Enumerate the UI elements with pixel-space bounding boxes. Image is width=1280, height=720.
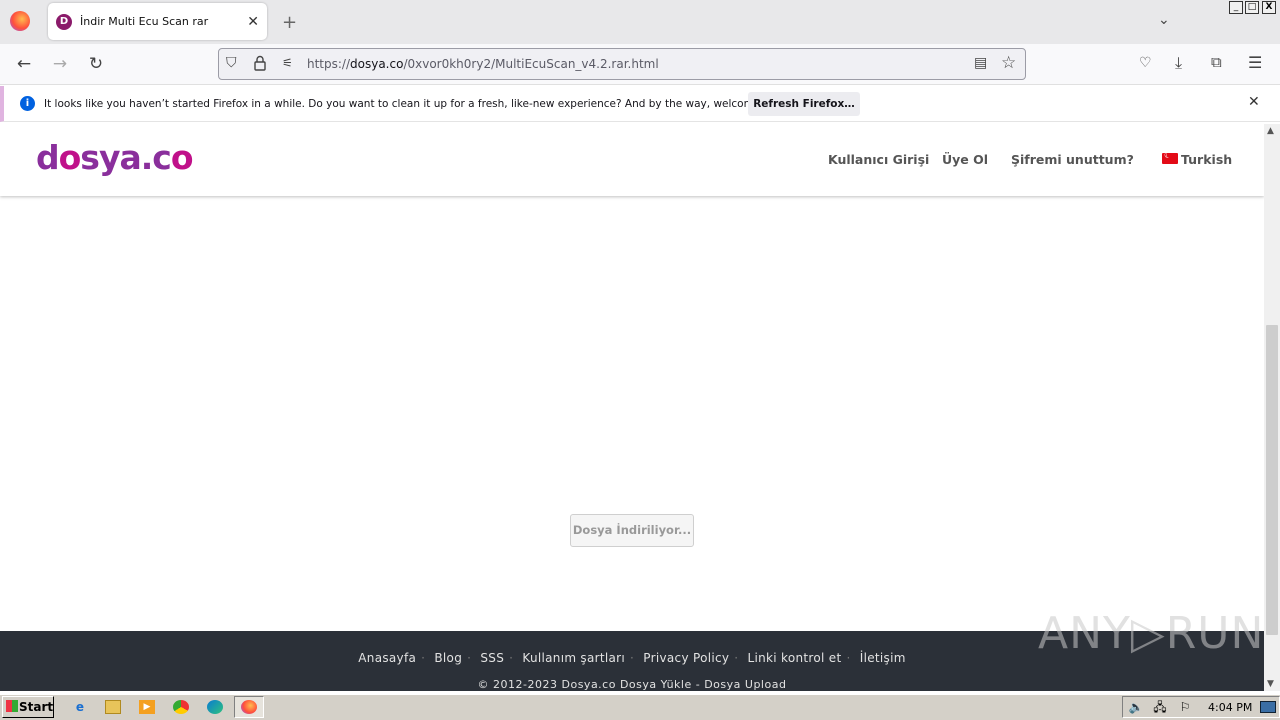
- reader-view-icon[interactable]: ▤: [974, 55, 987, 71]
- site-favicon-icon: D: [56, 13, 72, 30]
- flag-icon[interactable]: ⚐: [1177, 700, 1193, 714]
- scroll-down-icon[interactable]: ▼: [1267, 679, 1274, 689]
- windows-logo-icon: [6, 700, 18, 712]
- notification-bar: i It looks like you haven’t started Fire…: [0, 86, 1280, 122]
- register-link[interactable]: Üye Ol: [942, 152, 988, 167]
- turkey-flag-icon: [1162, 151, 1178, 164]
- footer-link-home[interactable]: Anasayfa: [358, 651, 416, 665]
- downloads-icon[interactable]: ⤓: [1175, 53, 1182, 73]
- permissions-icon[interactable]: ⚟: [282, 56, 293, 70]
- taskbar: [0, 694, 1280, 720]
- ie-icon[interactable]: e: [72, 700, 88, 714]
- copyright-text: © 2012-2023 Dosya.co Dosya Yükle - Dosya…: [477, 678, 787, 691]
- footer-link-check[interactable]: Linki kontrol et: [748, 651, 842, 665]
- bookmark-star-icon[interactable]: ☆: [1001, 53, 1016, 73]
- minimize-button[interactable]: _: [1229, 1, 1243, 14]
- download-button[interactable]: Dosya İndiriliyor...: [570, 514, 694, 547]
- extensions-icon[interactable]: ⧉: [1211, 53, 1222, 71]
- url-text: https://dosya.co/0xvor0kh0ry2/MultiEcuSc…: [307, 57, 659, 71]
- reload-icon[interactable]: ↻: [86, 54, 106, 74]
- page-content: dosya.co Kullanıcı Girişi Üye Ol Şifremi…: [0, 124, 1264, 691]
- taskbar-firefox-button[interactable]: [234, 696, 264, 718]
- maximize-button[interactable]: □: [1245, 1, 1259, 14]
- close-window-button[interactable]: X: [1262, 1, 1276, 14]
- list-tabs-chevron-icon[interactable]: ⌄: [1158, 12, 1170, 28]
- info-icon: i: [20, 96, 35, 111]
- scrollbar-thumb[interactable]: [1266, 325, 1278, 635]
- pocket-icon[interactable]: ♡: [1139, 55, 1152, 71]
- firefox-taskbar-icon: [241, 700, 257, 714]
- tab-close-icon[interactable]: ✕: [247, 14, 259, 30]
- refresh-firefox-button[interactable]: Refresh Firefox…: [748, 92, 860, 116]
- system-tray: [1122, 696, 1280, 718]
- notification-message: It looks like you haven’t started Firefo…: [44, 97, 793, 110]
- network-icon[interactable]: 🖧: [1152, 700, 1168, 714]
- shield-icon[interactable]: ⛉: [226, 55, 237, 71]
- footer-link-privacy[interactable]: Privacy Policy: [643, 651, 729, 665]
- firefox-menu-icon[interactable]: [10, 11, 30, 31]
- show-desktop-icon[interactable]: [1260, 701, 1276, 713]
- close-notification-icon[interactable]: ✕: [1248, 94, 1260, 110]
- clock: 4:04 PM: [1208, 701, 1253, 714]
- language-select[interactable]: Turkish: [1181, 152, 1232, 167]
- tab-active[interactable]: D İndir Multi Ecu Scan rar ✕: [48, 3, 267, 40]
- lock-icon[interactable]: [254, 55, 266, 71]
- login-link[interactable]: Kullanıcı Girişi: [828, 152, 929, 167]
- scroll-up-icon[interactable]: ▲: [1267, 126, 1274, 136]
- footer-link-blog[interactable]: Blog: [434, 651, 462, 665]
- start-button[interactable]: Start: [2, 696, 54, 718]
- site-logo[interactable]: dosya.co: [36, 138, 193, 177]
- back-icon[interactable]: ←: [14, 54, 34, 74]
- folder-icon[interactable]: [105, 700, 121, 714]
- new-tab-icon[interactable]: +: [282, 12, 297, 33]
- footer-link-contact[interactable]: İletişim: [860, 651, 906, 665]
- edge-icon[interactable]: [207, 700, 223, 714]
- tab-title: İndir Multi Ecu Scan rar: [80, 15, 209, 28]
- app-menu-icon[interactable]: ☰: [1248, 53, 1262, 72]
- anyrun-watermark: ANY▷RUN: [1038, 608, 1264, 659]
- url-bar[interactable]: https://dosya.co/0xvor0kh0ry2/MultiEcuSc…: [218, 48, 1026, 80]
- volume-icon[interactable]: 🔈: [1128, 700, 1144, 714]
- forward-icon[interactable]: →: [50, 54, 70, 74]
- footer-link-faq[interactable]: SSS: [480, 651, 504, 665]
- media-player-icon[interactable]: ▶: [139, 700, 155, 714]
- forgot-password-link[interactable]: Şifremi unuttum?: [1011, 152, 1134, 167]
- site-header: dosya.co Kullanıcı Girişi Üye Ol Şifremi…: [0, 124, 1264, 196]
- footer-link-terms[interactable]: Kullanım şartları: [522, 651, 625, 665]
- chrome-icon[interactable]: [173, 700, 189, 714]
